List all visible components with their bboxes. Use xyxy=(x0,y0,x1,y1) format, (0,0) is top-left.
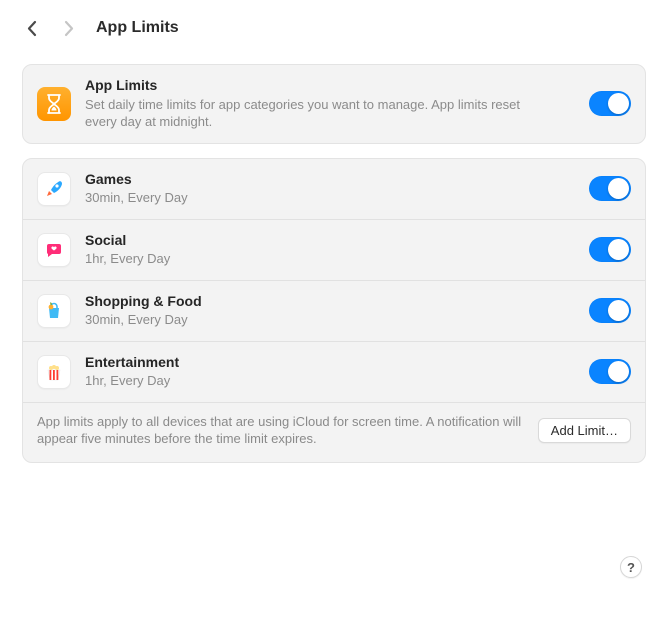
category-row-social[interactable]: Social 1hr, Every Day xyxy=(23,219,645,280)
rocket-icon xyxy=(37,172,71,206)
chevron-left-icon xyxy=(27,20,38,37)
category-limit: 1hr, Every Day xyxy=(85,250,579,268)
master-toggle-switch[interactable] xyxy=(589,91,631,116)
footer-note: App limits apply to all devices that are… xyxy=(37,413,538,448)
back-button[interactable] xyxy=(26,19,38,37)
category-name: Social xyxy=(85,232,579,250)
category-toggle-games[interactable] xyxy=(589,176,631,201)
category-body: Shopping & Food 30min, Every Day xyxy=(85,293,579,329)
category-limit: 30min, Every Day xyxy=(85,189,579,207)
category-row-entertainment[interactable]: Entertainment 1hr, Every Day xyxy=(23,341,645,402)
add-limit-button[interactable]: Add Limit… xyxy=(538,418,631,443)
category-name: Shopping & Food xyxy=(85,293,579,311)
master-toggle-description: Set daily time limits for app categories… xyxy=(85,96,535,131)
category-toggle-social[interactable] xyxy=(589,237,631,262)
category-name: Games xyxy=(85,171,579,189)
forward-button[interactable] xyxy=(62,19,74,37)
category-row-games[interactable]: Games 30min, Every Day xyxy=(23,159,645,219)
category-toggle-shopping-food[interactable] xyxy=(589,298,631,323)
category-name: Entertainment xyxy=(85,354,579,372)
category-limit: 1hr, Every Day xyxy=(85,372,579,390)
category-body: Social 1hr, Every Day xyxy=(85,232,579,268)
master-toggle-title: App Limits xyxy=(85,77,579,95)
titlebar: App Limits xyxy=(0,0,668,56)
footer-row: App limits apply to all devices that are… xyxy=(23,402,645,462)
popcorn-icon xyxy=(37,355,71,389)
category-body: Entertainment 1hr, Every Day xyxy=(85,354,579,390)
content: App Limits Set daily time limits for app… xyxy=(0,56,668,463)
app-limits-pane: App Limits App Limits Set daily time lim… xyxy=(0,0,668,620)
page-title: App Limits xyxy=(96,19,179,37)
nav-arrows xyxy=(26,19,74,37)
category-limit: 30min, Every Day xyxy=(85,311,579,329)
shopping-bag-icon xyxy=(37,294,71,328)
master-toggle-row: App Limits Set daily time limits for app… xyxy=(23,65,645,143)
master-toggle-card: App Limits Set daily time limits for app… xyxy=(22,64,646,144)
categories-card: Games 30min, Every Day Social 1hr, Every… xyxy=(22,158,646,463)
help-button[interactable]: ? xyxy=(620,556,642,578)
category-body: Games 30min, Every Day xyxy=(85,171,579,207)
chevron-right-icon xyxy=(63,20,74,37)
category-row-shopping-food[interactable]: Shopping & Food 30min, Every Day xyxy=(23,280,645,341)
category-toggle-entertainment[interactable] xyxy=(589,359,631,384)
master-toggle-body: App Limits Set daily time limits for app… xyxy=(85,77,579,131)
chat-heart-icon xyxy=(37,233,71,267)
hourglass-icon xyxy=(37,87,71,121)
